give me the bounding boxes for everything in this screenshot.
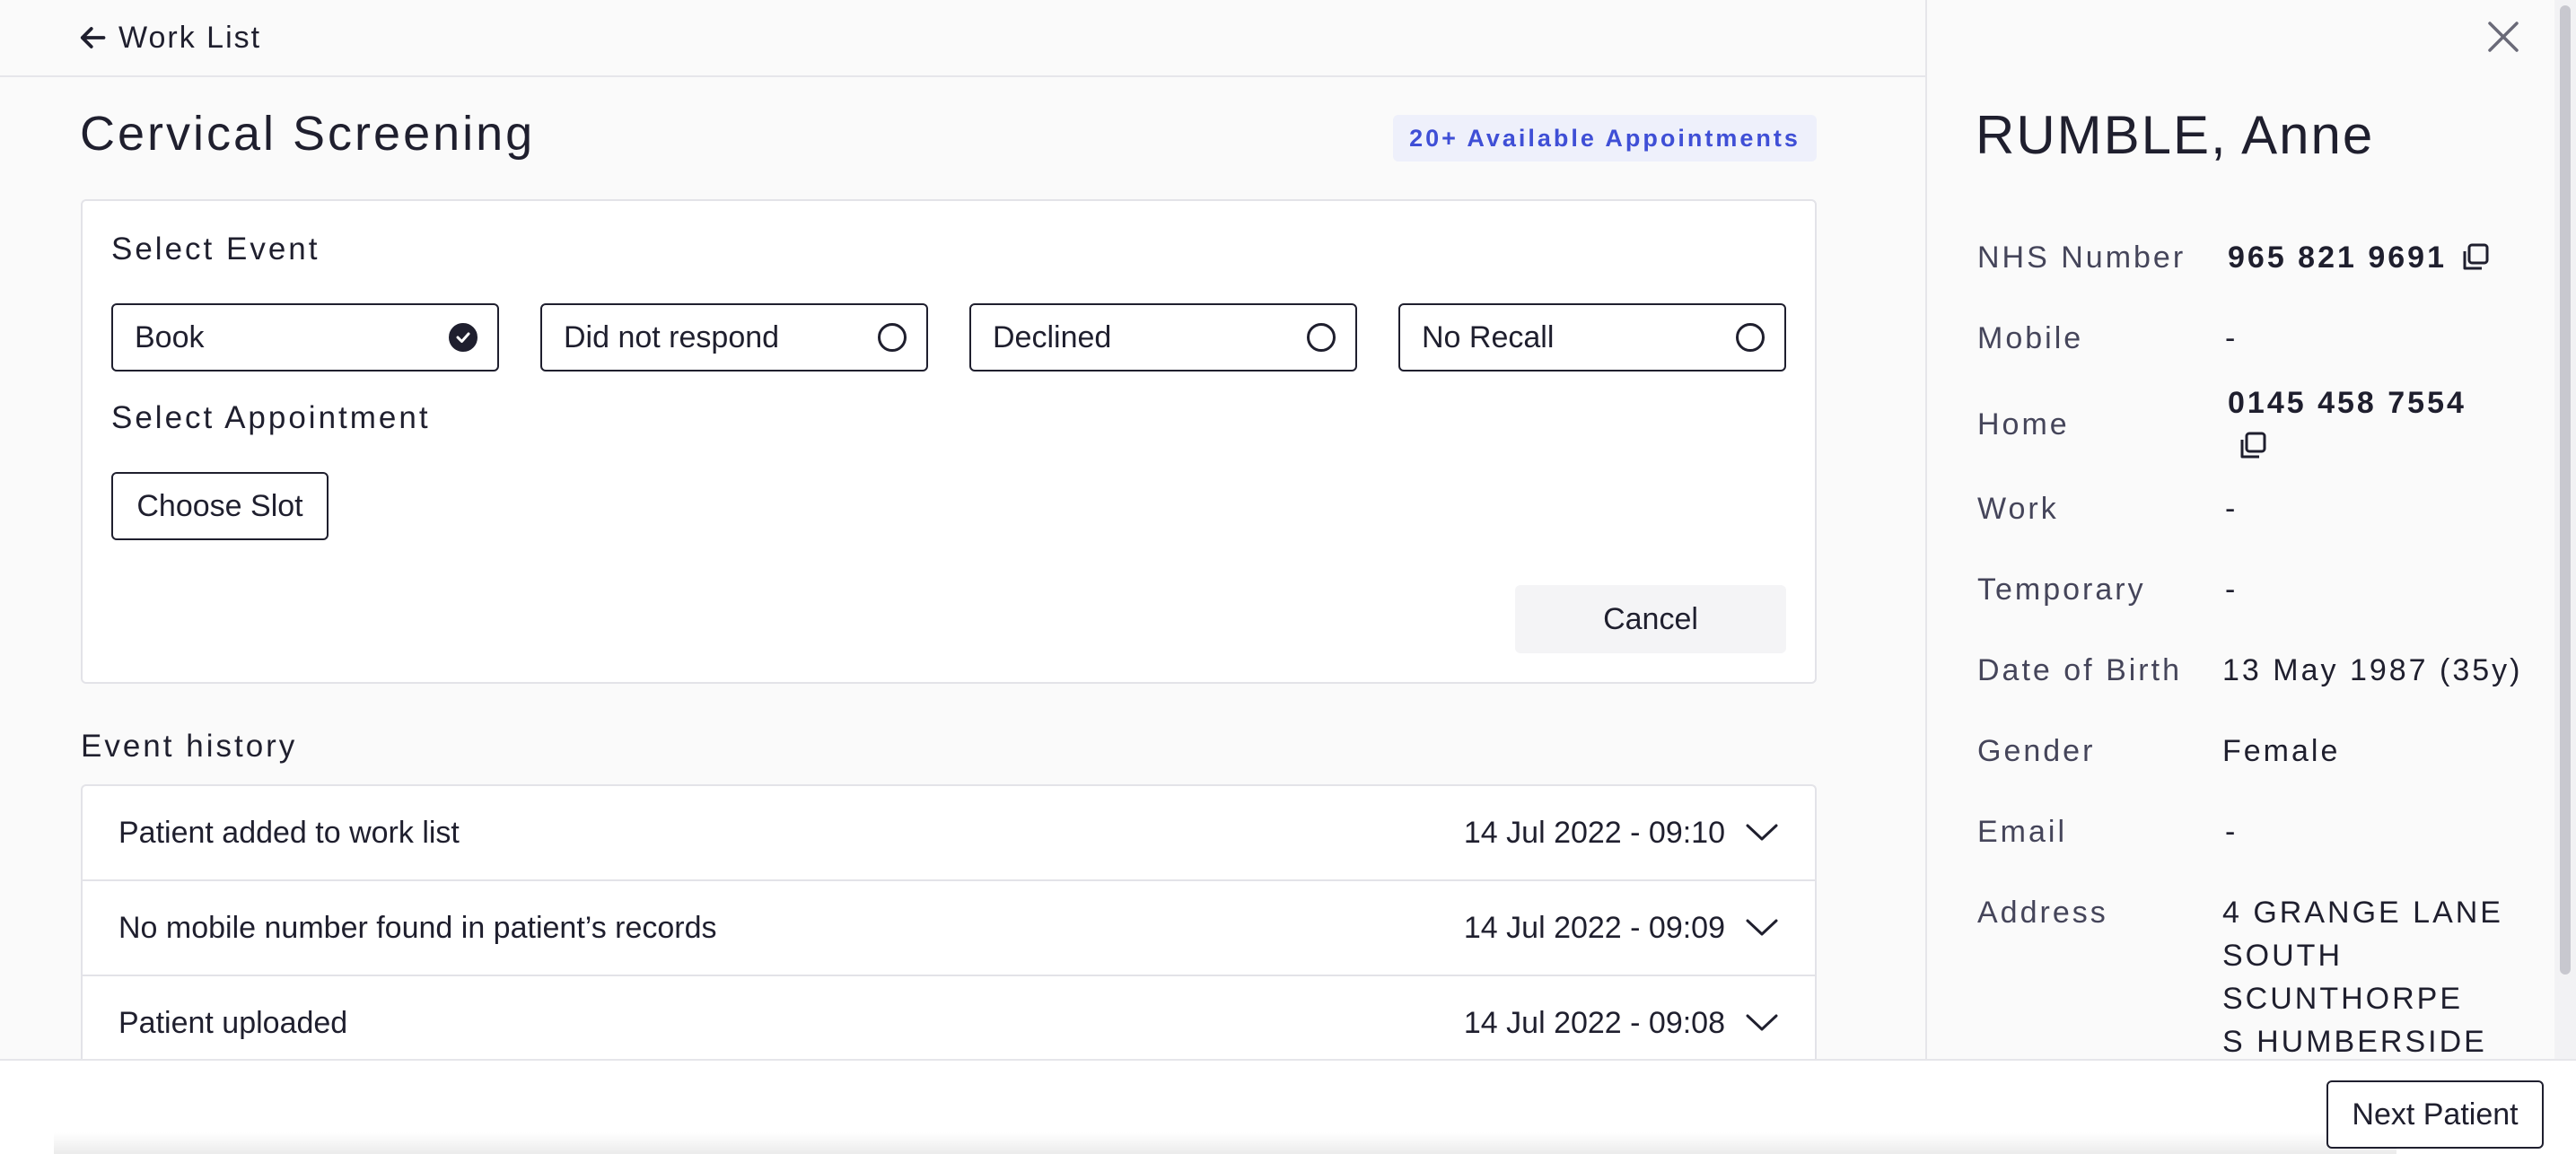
address-line: 4 GRANGE LANE	[2222, 896, 2503, 930]
event-option-did-not-respond[interactable]: Did not respond	[540, 303, 928, 372]
event-option-label: No Recall	[1422, 319, 1555, 354]
radio-unchecked-icon	[878, 323, 907, 352]
temporary-label: Temporary	[1977, 573, 2146, 607]
event-history-list: Patient added to work list 14 Jul 2022 -…	[81, 784, 1817, 1071]
mobile-label: Mobile	[1977, 321, 2084, 355]
radio-unchecked-icon	[1736, 323, 1765, 352]
chevron-down-icon[interactable]	[1745, 917, 1779, 939]
chevron-down-icon[interactable]	[1745, 822, 1779, 844]
scrollbar-thumb[interactable]	[2560, 5, 2571, 975]
bottom-shadow	[54, 1132, 2396, 1154]
history-row[interactable]: No mobile number found in patient’s reco…	[83, 881, 1815, 976]
event-option-no-recall[interactable]: No Recall	[1398, 303, 1786, 372]
gender-value: Female	[2222, 734, 2341, 768]
select-appointment-label: Select Appointment	[111, 400, 431, 435]
copy-icon[interactable]	[2238, 431, 2268, 461]
work-value: -	[2225, 492, 2239, 526]
select-event-label: Select Event	[111, 232, 320, 267]
top-bar: Work List	[0, 0, 1925, 77]
event-option-book[interactable]: Book	[111, 303, 499, 372]
gender-label: Gender	[1977, 734, 2096, 768]
available-appointments-badge: 20+ Available Appointments	[1393, 115, 1817, 162]
history-row[interactable]: Patient added to work list 14 Jul 2022 -…	[83, 786, 1815, 881]
chevron-down-icon[interactable]	[1745, 1012, 1779, 1034]
cancel-button[interactable]: Cancel	[1515, 585, 1786, 653]
nhs-number-label: NHS Number	[1977, 240, 2186, 275]
temporary-value: -	[2225, 573, 2239, 607]
history-row-text: No mobile number found in patient’s reco…	[118, 910, 717, 945]
email-label: Email	[1977, 815, 2068, 849]
radio-unchecked-icon	[1307, 323, 1336, 352]
event-option-label: Book	[135, 319, 205, 354]
dob-value: 13 May 1987 (35y)	[2222, 653, 2523, 687]
address-line: SCUNTHORPE	[2222, 982, 2464, 1016]
address-line: S HUMBERSIDE	[2222, 1025, 2487, 1059]
work-label: Work	[1977, 492, 2059, 526]
history-row[interactable]: Patient uploaded 14 Jul 2022 - 09:08	[83, 976, 1815, 1071]
scrollbar[interactable]	[2554, 0, 2576, 1059]
dob-label: Date of Birth	[1977, 653, 2182, 687]
history-row-date: 14 Jul 2022 - 09:10	[1463, 815, 1725, 850]
close-icon[interactable]	[2483, 16, 2524, 57]
back-label: Work List	[118, 20, 262, 55]
copy-icon[interactable]	[2460, 242, 2491, 273]
history-row-text: Patient added to work list	[118, 815, 460, 850]
event-card: Select Event Book Did not respond Declin…	[81, 199, 1817, 684]
home-label: Home	[1977, 407, 2070, 441]
event-option-label: Did not respond	[564, 319, 780, 354]
event-option-label: Declined	[993, 319, 1112, 354]
patient-name: RUMBLE, Anne	[1976, 105, 2375, 165]
back-to-work-list-link[interactable]: Work List	[79, 21, 261, 56]
event-history-title: Event history	[81, 729, 298, 764]
history-row-text: Patient uploaded	[118, 1005, 348, 1040]
address-line: SOUTH	[2222, 939, 2343, 973]
radio-checked-icon	[449, 323, 478, 352]
page-title: Cervical Screening	[80, 107, 536, 161]
nhs-number-value: 965 821 9691	[2228, 240, 2447, 275]
address-label: Address	[1977, 896, 2108, 930]
choose-slot-button[interactable]: Choose Slot	[111, 472, 329, 540]
history-row-date: 14 Jul 2022 - 09:08	[1463, 1005, 1725, 1040]
email-value: -	[2225, 815, 2239, 849]
arrow-left-icon	[80, 27, 106, 48]
next-patient-button[interactable]: Next Patient	[2326, 1080, 2544, 1149]
bottom-bar: Next Patient	[0, 1059, 2576, 1154]
history-row-date: 14 Jul 2022 - 09:09	[1463, 910, 1725, 945]
event-option-declined[interactable]: Declined	[969, 303, 1357, 372]
home-value: 0145 458 7554	[2228, 386, 2466, 420]
mobile-value: -	[2225, 321, 2239, 355]
